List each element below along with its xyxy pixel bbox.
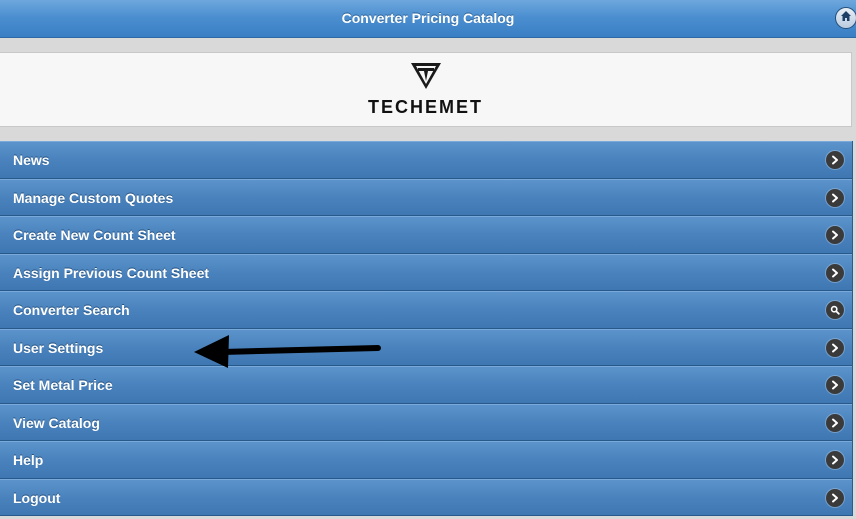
chevron-right-icon <box>826 488 844 507</box>
chevron-right-icon <box>826 188 844 207</box>
menu-item-manage-custom-quotes[interactable]: Manage Custom Quotes <box>0 178 852 216</box>
home-icon <box>840 9 852 27</box>
techemet-logo-icon <box>409 61 443 96</box>
chevron-right-icon <box>826 263 844 282</box>
menu-item-assign-previous-count-sheet[interactable]: Assign Previous Count Sheet <box>0 253 852 291</box>
menu-item-label: View Catalog <box>13 414 100 431</box>
chevron-right-icon <box>826 413 844 432</box>
page-title: Converter Pricing Catalog <box>341 10 515 26</box>
menu-item-converter-search[interactable]: Converter Search <box>0 291 852 329</box>
menu-item-label: Set Metal Price <box>13 377 113 393</box>
chevron-right-icon <box>826 338 844 357</box>
logo-wordmark: TECHEMET <box>368 97 483 117</box>
menu-item-label: Help <box>13 452 44 468</box>
menu-item-news[interactable]: News <box>0 141 852 179</box>
main-menu: News Manage Custom Quotes Create New Cou… <box>0 141 853 516</box>
search-icon <box>826 301 844 319</box>
menu-item-label: Assign Previous Count Sheet <box>13 264 210 281</box>
menu-item-view-catalog[interactable]: View Catalog <box>0 403 852 441</box>
menu-item-label: Manage Custom Quotes <box>13 189 174 206</box>
menu-item-logout[interactable]: Logout <box>0 478 852 516</box>
menu-item-create-new-count-sheet[interactable]: Create New Count Sheet <box>0 216 852 254</box>
chevron-right-icon <box>826 151 844 169</box>
chevron-right-icon <box>826 451 844 469</box>
menu-item-label: Logout <box>13 489 61 506</box>
menu-item-help[interactable]: Help <box>0 441 852 479</box>
menu-item-label: Converter Search <box>13 302 130 318</box>
chevron-right-icon <box>826 226 844 244</box>
home-button[interactable] <box>835 7 856 29</box>
menu-item-label: News <box>13 152 50 168</box>
menu-item-user-settings[interactable]: User Settings <box>0 328 852 366</box>
header-bar: Converter Pricing Catalog <box>0 0 856 38</box>
menu-item-set-metal-price[interactable]: Set Metal Price <box>0 366 852 404</box>
menu-item-label: Create New Count Sheet <box>13 227 176 243</box>
logo-banner: TECHEMET <box>0 52 852 127</box>
chevron-right-icon <box>826 376 844 394</box>
menu-item-label: User Settings <box>13 339 104 356</box>
